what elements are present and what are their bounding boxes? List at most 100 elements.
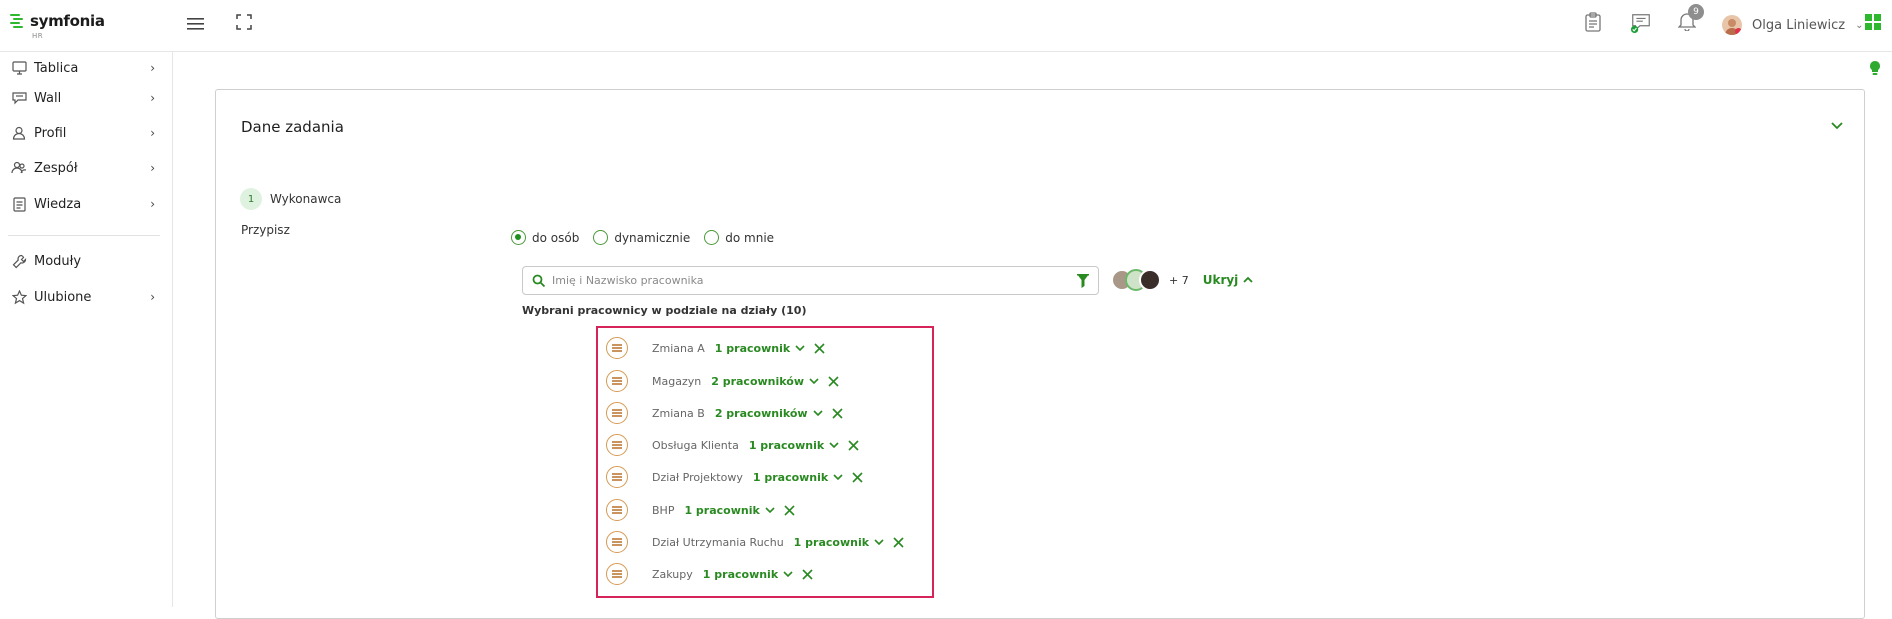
clipboard-icon[interactable] [1582, 11, 1604, 33]
assign-label: Przypisz [241, 223, 290, 237]
chat-icon[interactable] [1630, 12, 1652, 34]
drag-handle-icon[interactable] [606, 531, 628, 553]
sidebar-item-zespol[interactable]: Zespół › [0, 153, 173, 183]
department-name: BHP [652, 503, 675, 517]
chevron-right-icon: › [150, 91, 155, 105]
chevron-down-icon [795, 344, 805, 351]
radio-control[interactable] [593, 230, 609, 245]
employee-count-dropdown[interactable]: 1 pracownik [794, 536, 884, 549]
user-icon [9, 126, 29, 140]
chevron-down-icon [783, 570, 793, 577]
close-icon[interactable] [802, 568, 813, 580]
apps-icon[interactable] [1862, 11, 1884, 33]
employee-count: 1 pracownik [748, 438, 825, 452]
employee-count-dropdown[interactable]: 1 pracownik [684, 504, 775, 517]
monitor-icon [9, 61, 29, 75]
radio-do-osob[interactable]: do osób [511, 230, 579, 245]
close-icon[interactable] [832, 407, 843, 419]
department-name: Zmiana B [652, 406, 705, 420]
list-item: Obsługa Klienta 1 pracownik [598, 432, 859, 458]
list-item: Dział Utrzymania Ruchu 1 pracownik [598, 529, 904, 555]
sidebar-item-wall[interactable]: Wall › [0, 83, 173, 113]
close-icon[interactable] [852, 471, 863, 483]
filter-icon[interactable] [1076, 273, 1090, 289]
employee-count-dropdown[interactable]: 1 pracownik [753, 471, 843, 484]
chevron-down-icon[interactable] [1828, 116, 1846, 134]
radio-dynamicznie[interactable]: dynamicznie [593, 230, 690, 245]
employee-count: 1 pracownik [752, 470, 829, 484]
employee-count: 2 pracowników [714, 406, 808, 420]
employee-count: 2 pracowników [711, 374, 805, 388]
chevron-down-icon [829, 441, 839, 448]
user-menu[interactable]: Olga Liniewicz ⌄ [1722, 12, 1864, 38]
radio-control[interactable] [704, 230, 720, 245]
close-icon[interactable] [848, 439, 859, 451]
sidebar-item-label: Zespół [34, 160, 78, 176]
symfonia-logo[interactable]: symfonia HR [10, 12, 105, 42]
sidebar-item-moduly[interactable]: Moduły [0, 246, 173, 276]
chevron-right-icon: › [150, 161, 155, 175]
hide-button[interactable]: Ukryj [1203, 273, 1255, 287]
top-bar: symfonia HR 9 Olga Liniewicz ⌄ [0, 0, 1892, 52]
drag-handle-icon[interactable] [606, 499, 628, 521]
drag-handle-icon[interactable] [606, 337, 628, 359]
document-icon [9, 196, 29, 212]
chevron-right-icon: › [150, 126, 155, 140]
close-icon[interactable] [784, 504, 795, 516]
radio-label: dynamicznie [614, 230, 691, 245]
employee-count-dropdown[interactable]: 2 pracowników [715, 407, 823, 420]
employee-count-dropdown[interactable]: 1 pracownik [715, 342, 805, 355]
close-icon[interactable] [814, 342, 825, 354]
department-name: Zmiana A [652, 341, 705, 355]
drag-handle-icon[interactable] [606, 402, 628, 424]
department-name: Zakupy [652, 567, 693, 581]
sidebar-item-label: Profil [34, 125, 67, 141]
brand-name: symfonia [30, 12, 105, 30]
card-title: Dane zadania [241, 118, 344, 136]
avatar[interactable] [1139, 269, 1161, 291]
step-number: 1 [240, 188, 262, 210]
search-input[interactable] [552, 274, 1052, 287]
fullscreen-icon[interactable] [233, 11, 255, 33]
radio-do-mnie[interactable]: do mnie [704, 230, 774, 245]
notification-badge: 9 [1688, 4, 1704, 20]
hide-button-label: Ukryj [1202, 273, 1239, 287]
chevron-down-icon [813, 409, 823, 416]
employee-count-dropdown[interactable]: 2 pracowników [711, 375, 819, 388]
list-item: Magazyn 2 pracowników [598, 368, 839, 394]
chevron-down-icon [765, 506, 775, 513]
chevron-down-icon [809, 377, 819, 384]
sidebar-item-label: Ulubione [34, 289, 92, 305]
step-label: Wykonawca [270, 192, 342, 206]
employee-count-dropdown[interactable]: 1 pracownik [749, 439, 839, 452]
drag-handle-icon[interactable] [606, 370, 628, 392]
close-icon[interactable] [893, 536, 904, 548]
sidebar-item-tablica[interactable]: Tablica › [0, 53, 173, 83]
sidebar-item-ulubione[interactable]: Ulubione › [0, 282, 173, 312]
lightbulb-icon[interactable] [1868, 60, 1882, 76]
hamburger-icon[interactable] [185, 13, 207, 35]
drag-handle-icon[interactable] [606, 563, 628, 585]
chevron-up-icon [1243, 276, 1253, 283]
employee-count-dropdown[interactable]: 1 pracownik [703, 568, 793, 581]
sidebar-item-wiedza[interactable]: Wiedza › [0, 189, 173, 219]
task-details-card: Dane zadania 1 Wykonawca Przypisz do osó… [215, 89, 1865, 619]
star-icon [9, 289, 29, 305]
drag-handle-icon[interactable] [606, 466, 628, 488]
sidebar-item-profil[interactable]: Profil › [0, 118, 173, 148]
department-groups-list: Zmiana A 1 pracownik Magazyn 2 pracownik… [596, 326, 934, 598]
department-name: Magazyn [652, 374, 702, 388]
close-icon[interactable] [828, 375, 839, 387]
radio-label: do mnie [725, 230, 775, 245]
radio-control[interactable] [511, 230, 526, 245]
employee-count: 1 pracownik [793, 535, 870, 549]
list-item: Zmiana B 2 pracowników [598, 400, 843, 426]
assign-mode-radios: do osób dynamicznie do mnie [511, 230, 788, 245]
symfonia-logo-icon [10, 14, 23, 28]
list-item: Zakupy 1 pracownik [598, 561, 813, 587]
department-name: Dział Utrzymania Ruchu [652, 535, 784, 549]
selected-avatars: + 7 Ukryj [1111, 269, 1254, 291]
drag-handle-icon[interactable] [606, 434, 628, 456]
chevron-right-icon: › [150, 61, 155, 75]
brand-sub: HR [32, 32, 44, 40]
